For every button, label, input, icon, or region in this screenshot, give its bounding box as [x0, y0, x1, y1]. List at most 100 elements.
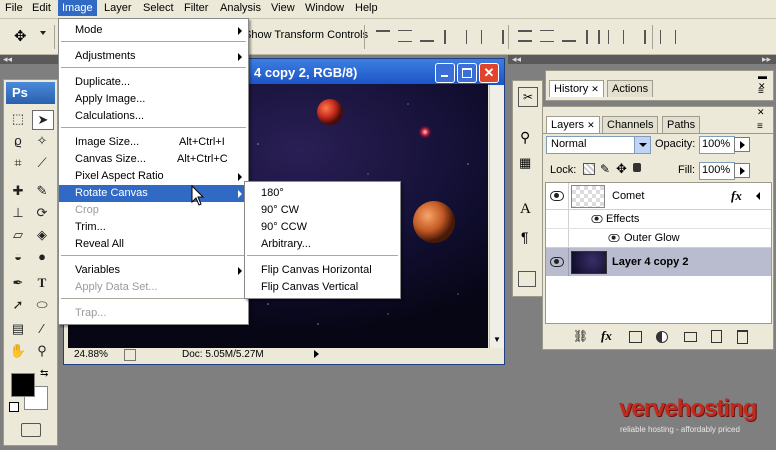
trash-icon[interactable] [737, 330, 748, 344]
paint-bucket-tool-icon[interactable]: ◈ [32, 226, 52, 244]
move-tool-icon[interactable]: ✥ [14, 27, 27, 45]
menu-item-calculations[interactable]: Calculations... [59, 108, 248, 125]
shape-tool-icon[interactable]: ⬭ [32, 296, 52, 314]
visibility-eye-icon[interactable] [550, 191, 564, 201]
healing-brush-tool-icon[interactable]: ✚ [8, 182, 28, 200]
menu-item-reveal-all[interactable]: Reveal All [59, 236, 248, 253]
new-group-icon[interactable] [684, 332, 697, 342]
distribute-right-icon[interactable] [630, 30, 646, 44]
menu-item-adjustments[interactable]: Adjustments [59, 48, 248, 65]
distribute-left-icon[interactable] [586, 30, 600, 44]
zoom-level[interactable]: 24.88% [74, 349, 108, 360]
marquee-tool-icon[interactable]: ⬚ [8, 110, 28, 128]
menu-item-flip-horizontal[interactable]: Flip Canvas Horizontal [245, 262, 400, 279]
auto-align-icon[interactable] [660, 30, 676, 44]
show-transform-controls-label[interactable]: Show Transform Controls [244, 29, 368, 41]
distribute-vcenter-icon[interactable] [540, 30, 554, 42]
scroll-down-icon[interactable]: ▼ [493, 335, 501, 344]
add-style-icon[interactable]: fx [601, 328, 612, 344]
align-top-icon[interactable] [376, 30, 390, 42]
visibility-eye-icon[interactable] [591, 215, 603, 223]
tab-channels[interactable]: Channels [602, 116, 659, 133]
layer-row-layer-4-copy-2[interactable]: Layer 4 copy 2 [546, 248, 771, 276]
blur-tool-icon[interactable]: ◒ [8, 248, 28, 266]
visibility-eye-icon[interactable] [608, 234, 620, 242]
paragraph-icon[interactable]: ¶ [521, 229, 529, 245]
chevron-down-icon[interactable] [634, 137, 650, 153]
opacity-input[interactable]: 100% [699, 136, 735, 154]
zoom-tool-icon[interactable]: ⚲ [32, 342, 52, 360]
quick-mask-icon[interactable] [21, 423, 41, 437]
eyedropper-tool-icon[interactable]: ⁄ [32, 320, 52, 338]
tool-preset-dropdown-icon[interactable] [40, 31, 46, 35]
notes-tool-icon[interactable]: ▤ [8, 320, 28, 338]
menu-item-rotate-canvas[interactable]: Rotate Canvas [59, 185, 248, 202]
align-bottom-icon[interactable] [420, 30, 434, 42]
status-arrow-icon[interactable] [314, 350, 319, 358]
magic-wand-tool-icon[interactable]: ✧ [32, 132, 52, 150]
tab-actions[interactable]: Actions [607, 80, 654, 97]
menu-item-rotate-90-cw[interactable]: 90° CW [245, 202, 400, 219]
menu-help[interactable]: Help [355, 2, 378, 14]
adjustment-layer-icon[interactable] [656, 331, 668, 343]
pen-tool-icon[interactable]: ✒ [8, 274, 28, 292]
lock-all-icon[interactable] [633, 163, 641, 172]
align-left-icon[interactable] [444, 30, 460, 44]
menu-item-variables[interactable]: Variables [59, 262, 248, 279]
menu-layer[interactable]: Layer [104, 2, 132, 14]
info-icon[interactable]: ⚲ [520, 129, 530, 146]
menu-item-flip-vertical[interactable]: Flip Canvas Vertical [245, 279, 400, 296]
align-right-icon[interactable] [488, 30, 504, 44]
menu-image[interactable]: Image [58, 0, 97, 16]
menu-filter[interactable]: Filter [184, 2, 208, 14]
distribute-hcenter-icon[interactable] [608, 30, 624, 44]
panel-menu-icon[interactable]: ≡ [758, 86, 764, 97]
expand-effects-icon[interactable] [756, 192, 760, 200]
menu-item-duplicate[interactable]: Duplicate... [59, 74, 248, 91]
slice-tool-icon[interactable]: ⟋ [32, 154, 52, 172]
align-hcenter-icon[interactable] [466, 30, 482, 44]
menu-item-pixel-aspect-ratio[interactable]: Pixel Aspect Ratio [59, 168, 248, 185]
menu-select[interactable]: Select [143, 2, 174, 14]
panel-menu-icon[interactable]: ≡ [757, 121, 763, 132]
link-layers-icon[interactable]: ⛓ [573, 329, 588, 343]
opacity-slider-button[interactable] [734, 137, 750, 152]
menu-item-rotate-90-ccw[interactable]: 90° CCW [245, 219, 400, 236]
menu-item-rotate-arbitrary[interactable]: Arbitrary... [245, 236, 400, 253]
visibility-eye-icon[interactable] [550, 257, 564, 267]
close-button[interactable]: ✕ [479, 63, 499, 83]
menu-item-apply-image[interactable]: Apply Image... [59, 91, 248, 108]
move-tool-icon[interactable]: ➤ [32, 110, 54, 130]
distribute-bottom-icon[interactable] [562, 30, 576, 42]
hand-tool-icon[interactable]: ✋ [8, 342, 28, 360]
minimize-button[interactable] [435, 63, 455, 83]
status-menu-icon[interactable] [124, 349, 136, 361]
brush-tool-icon[interactable]: ✎ [32, 182, 52, 200]
tab-paths[interactable]: Paths [662, 116, 701, 133]
type-tool-icon[interactable]: T [32, 274, 52, 292]
lock-transparent-icon[interactable] [583, 163, 595, 175]
menu-item-trim[interactable]: Trim... [59, 219, 248, 236]
new-layer-icon[interactable] [711, 330, 722, 343]
crop-tool-icon[interactable]: ⌗ [8, 154, 28, 172]
clone-stamp-tool-icon[interactable]: ⊥ [8, 204, 28, 222]
character-icon[interactable]: A [520, 201, 531, 218]
swap-colors-icon[interactable]: ⇆ [40, 368, 48, 379]
tool-presets-icon[interactable]: ▦ [519, 155, 531, 171]
history-brush-tool-icon[interactable]: ⟳ [32, 204, 52, 222]
menu-edit[interactable]: Edit [32, 2, 51, 14]
navigator-icon[interactable]: ✂ [518, 87, 538, 107]
fx-icon[interactable]: fx [731, 188, 742, 204]
fill-slider-button[interactable] [734, 163, 750, 178]
layer-comps-icon[interactable] [518, 271, 536, 287]
maximize-button[interactable] [457, 63, 477, 83]
fill-input[interactable]: 100% [699, 162, 735, 180]
toolbox-collapse-icon[interactable]: ◂◂ [3, 55, 12, 64]
lasso-tool-icon[interactable]: ϱ [8, 132, 28, 150]
tab-history[interactable]: History ✕ [549, 80, 604, 97]
menu-item-rotate-180[interactable]: 180° [245, 185, 400, 202]
layer-row-comet[interactable]: Comet fx [546, 183, 771, 210]
panel-minimize-icon[interactable]: ✕ [757, 107, 765, 118]
menu-item-mode[interactable]: Mode [59, 22, 248, 39]
foreground-color-swatch-front[interactable] [11, 373, 35, 397]
